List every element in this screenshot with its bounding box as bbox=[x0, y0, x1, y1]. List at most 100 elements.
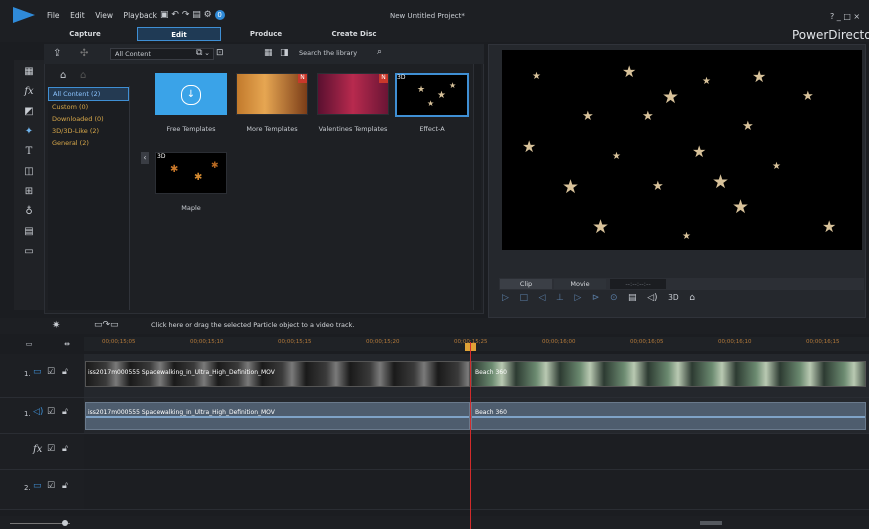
menu-view[interactable]: View bbox=[95, 11, 113, 20]
timeline-hint: Click here or drag the selected Particle… bbox=[151, 321, 355, 329]
tab-edit[interactable]: Edit bbox=[137, 27, 221, 41]
video-clip-beach[interactable]: Beach 360 bbox=[471, 361, 866, 387]
audio-clip-spacewalk[interactable]: iss2017m000555 Spacewalking_in_Ultra_Hig… bbox=[85, 402, 470, 430]
voiceover-icon[interactable]: ♁ bbox=[22, 205, 36, 219]
track-enable-checkbox[interactable]: ☑ bbox=[47, 481, 55, 491]
item-label: More Templates bbox=[246, 125, 298, 133]
tab-produce[interactable]: Produce bbox=[236, 27, 296, 41]
new-folder-icon[interactable]: ⧉ bbox=[196, 48, 202, 58]
star-particle: ★ bbox=[682, 231, 691, 242]
prev-frame-icon[interactable]: ◁ bbox=[539, 293, 546, 303]
category-custom[interactable]: Custom (0) bbox=[48, 101, 129, 113]
notification-icon[interactable]: 0 bbox=[214, 10, 225, 20]
lock-icon[interactable]: 🔓︎ bbox=[62, 481, 68, 491]
media-room-icon[interactable]: ▦ bbox=[22, 65, 36, 79]
star-particle: ★ bbox=[822, 217, 837, 236]
new-badge: N bbox=[379, 74, 388, 83]
thumb-effect-a[interactable]: ★ ★ ★ ★ bbox=[395, 73, 469, 117]
timecode-field[interactable]: --:--:--:-- bbox=[610, 279, 666, 289]
search-input[interactable]: Search the library ⌕ bbox=[296, 47, 382, 60]
video-track-2[interactable] bbox=[84, 470, 869, 510]
playhead-line[interactable] bbox=[470, 342, 471, 529]
aspect-icon[interactable]: ▤ bbox=[192, 10, 201, 20]
download-icon: ↓ bbox=[181, 85, 201, 105]
category-downloaded[interactable]: Downloaded (0) bbox=[48, 113, 129, 125]
ruler-time: 00;00;16;15 bbox=[806, 339, 840, 345]
search-placeholder: Search the library bbox=[299, 49, 358, 57]
magic-tool-icon[interactable]: ✷ bbox=[52, 320, 60, 331]
lock-icon[interactable]: 🔓︎ bbox=[62, 407, 68, 417]
category-general[interactable]: General (2) bbox=[48, 137, 129, 149]
plugin-icon[interactable]: ✣ bbox=[80, 48, 88, 59]
undo-icon[interactable]: ↶ bbox=[171, 10, 179, 20]
waveform bbox=[86, 416, 469, 418]
fast-forward-icon[interactable]: ⊳ bbox=[592, 293, 600, 303]
zoom-fit-button[interactable]: ⇹ bbox=[52, 340, 82, 349]
zoom-slider[interactable] bbox=[0, 516, 869, 529]
search-icon[interactable]: ⌕ bbox=[377, 47, 382, 57]
timeline-scrollbar-thumb[interactable] bbox=[700, 521, 722, 525]
chevron-down-icon: ⌄ bbox=[204, 49, 210, 57]
collapse-panel-icon[interactable]: ‹ bbox=[141, 152, 149, 164]
storyboard-toggle-icon[interactable]: ▭↷▭ bbox=[94, 320, 119, 330]
3d-mode-select[interactable]: 3D bbox=[668, 293, 679, 302]
library-scrollbar[interactable] bbox=[473, 64, 481, 310]
library-toolbar: ⇪ ✣ All Content ⌄ ⧉ ⊡ ▦ ◨ Search the lib… bbox=[44, 44, 484, 64]
window-controls[interactable]: ? _ □ × bbox=[830, 12, 860, 21]
redo-icon[interactable]: ↷ bbox=[182, 10, 190, 20]
particle-room-icon[interactable]: ✦ bbox=[22, 125, 36, 139]
save-icon[interactable]: ▣ bbox=[160, 10, 169, 20]
audio-clip-beach[interactable]: Beach 360 bbox=[471, 402, 866, 430]
thumb-maple[interactable]: ✱ ✱ ✱ bbox=[155, 152, 227, 194]
title-room-icon[interactable]: T bbox=[22, 145, 36, 159]
menu-file[interactable]: File bbox=[47, 11, 60, 20]
project-title: New Untitled Project* bbox=[390, 12, 465, 20]
menu-playback[interactable]: Playback bbox=[124, 11, 157, 20]
category-scrollbar[interactable] bbox=[130, 86, 140, 310]
star-particle: ★ bbox=[712, 171, 730, 193]
clip-mode-button[interactable]: Clip bbox=[500, 279, 552, 289]
category-all-content[interactable]: All Content (2) bbox=[48, 87, 129, 101]
zoom-track bbox=[10, 523, 70, 524]
snapshot-icon[interactable]: ⊙ bbox=[610, 293, 618, 303]
list-view-icon[interactable]: ◨ bbox=[280, 48, 289, 58]
thumb-free-templates[interactable]: ↓ bbox=[155, 73, 227, 115]
lock-icon[interactable]: 🔓︎ bbox=[62, 367, 68, 377]
next-frame-icon[interactable]: ▷ bbox=[574, 293, 581, 303]
remove-tag-icon[interactable]: ⌂ bbox=[80, 70, 86, 81]
tab-capture[interactable]: Capture bbox=[55, 27, 115, 41]
lock-icon[interactable]: 🔓︎ bbox=[62, 444, 68, 454]
category-3d[interactable]: 3D/3D-Like (2) bbox=[48, 125, 129, 137]
settings-icon[interactable]: ⚙ bbox=[204, 10, 212, 20]
undock-icon[interactable]: ⌂ bbox=[689, 293, 695, 303]
audio-mixing-icon[interactable]: ⊞ bbox=[22, 185, 36, 199]
pip-room-icon[interactable]: ◩ bbox=[22, 105, 36, 119]
star-particle: ★ bbox=[702, 76, 711, 87]
3d-badge: 3D bbox=[157, 153, 166, 160]
star-particle: ★ bbox=[742, 119, 754, 134]
tag-icon[interactable]: ⌂ bbox=[60, 70, 66, 81]
track-enable-checkbox[interactable]: ☑ bbox=[47, 367, 55, 377]
zoom-thumb[interactable] bbox=[62, 520, 68, 526]
timeline-view-button[interactable]: ▭ bbox=[14, 340, 44, 349]
track-enable-checkbox[interactable]: ☑ bbox=[47, 407, 55, 417]
movie-mode-button[interactable]: Movie bbox=[554, 279, 606, 289]
menu-edit[interactable]: Edit bbox=[70, 11, 85, 20]
video-clip-spacewalk[interactable]: iss2017m000555 Spacewalking_in_Ultra_Hig… bbox=[85, 361, 470, 387]
fx-track[interactable] bbox=[84, 434, 869, 470]
volume-icon[interactable]: ◁) bbox=[647, 293, 657, 303]
ruler-time: 00;00;15;05 bbox=[102, 339, 136, 345]
display-icon[interactable]: ▤ bbox=[628, 293, 637, 303]
export-icon[interactable]: ⊡ bbox=[216, 48, 224, 58]
split-icon[interactable]: ⊥ bbox=[556, 293, 564, 303]
fx-room-icon[interactable]: fx bbox=[22, 85, 36, 99]
import-icon[interactable]: ⇪ bbox=[53, 48, 61, 59]
play-icon[interactable]: ▷ bbox=[502, 293, 509, 303]
chapter-icon[interactable]: ▤ bbox=[22, 225, 36, 239]
track-enable-checkbox[interactable]: ☑ bbox=[47, 444, 55, 454]
stop-icon[interactable]: □ bbox=[519, 293, 528, 303]
grid-view-icon[interactable]: ▦ bbox=[264, 48, 273, 58]
tab-create-disc[interactable]: Create Disc bbox=[322, 27, 386, 41]
subtitle-icon[interactable]: ▭ bbox=[22, 245, 36, 259]
transition-room-icon[interactable]: ◫ bbox=[22, 165, 36, 179]
